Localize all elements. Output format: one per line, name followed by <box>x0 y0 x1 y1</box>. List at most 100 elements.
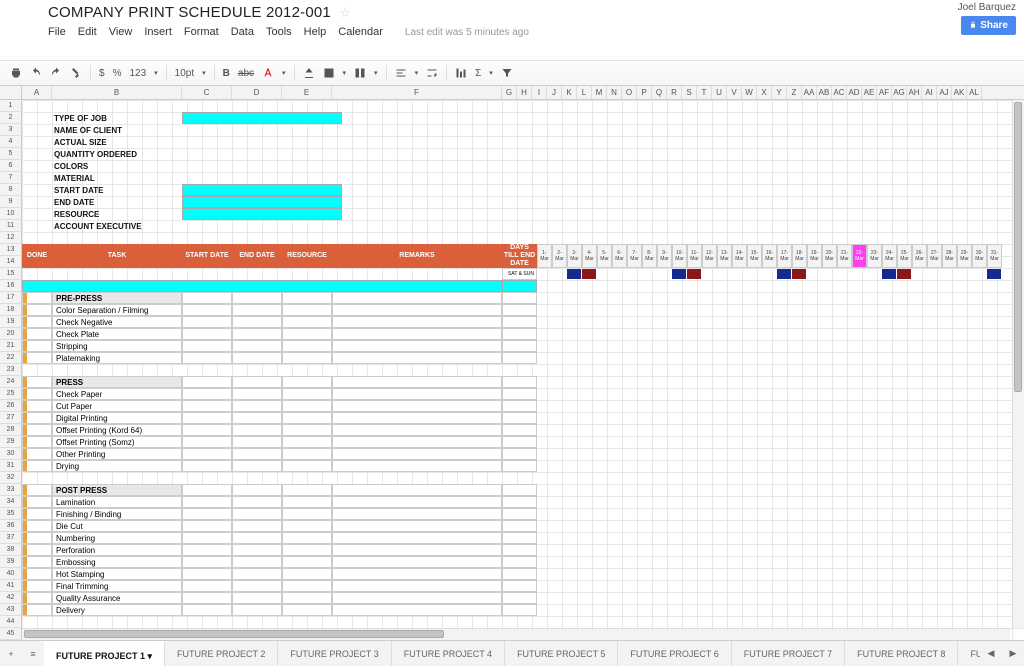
empty-cell[interactable] <box>332 604 502 616</box>
empty-cell[interactable] <box>502 532 537 544</box>
menu-tools[interactable]: Tools <box>266 26 292 38</box>
menu-file[interactable]: File <box>48 26 66 38</box>
empty-cell[interactable] <box>232 592 282 604</box>
functions-icon[interactable]: Σ <box>475 68 481 79</box>
empty-cell[interactable] <box>232 532 282 544</box>
sheet-tab[interactable]: FUTURE PROJECT 8 <box>845 641 958 666</box>
user-name[interactable]: Joel Barquez <box>958 2 1016 13</box>
empty-cell[interactable] <box>282 604 332 616</box>
empty-cell[interactable] <box>182 496 232 508</box>
sheet-tab[interactable]: FUTURE PROJECT 7 <box>732 641 845 666</box>
sheet-tab[interactable]: FUTURE PROJECT 6 <box>618 641 731 666</box>
empty-cell[interactable] <box>232 508 282 520</box>
empty-cell[interactable] <box>282 568 332 580</box>
menu-help[interactable]: Help <box>304 26 327 38</box>
task-cell[interactable]: Platemaking <box>52 352 182 364</box>
horizontal-scrollbar[interactable] <box>22 628 1010 640</box>
done-cell[interactable] <box>22 304 52 316</box>
menu-calendar[interactable]: Calendar <box>338 26 383 38</box>
format-percent[interactable]: % <box>113 68 122 79</box>
empty-cell[interactable] <box>182 316 232 328</box>
empty-cell[interactable] <box>182 412 232 424</box>
empty-cell[interactable] <box>232 448 282 460</box>
task-cell[interactable]: Perforation <box>52 544 182 556</box>
empty-cell[interactable] <box>502 424 537 436</box>
done-cell[interactable] <box>22 340 52 352</box>
done-cell[interactable] <box>22 544 52 556</box>
done-cell[interactable] <box>22 520 52 532</box>
empty-cell[interactable] <box>182 376 232 388</box>
info-value-cell[interactable] <box>182 208 342 220</box>
empty-cell[interactable] <box>182 448 232 460</box>
sheet-tab[interactable]: FUTURE PROJECT 4 <box>392 641 505 666</box>
empty-cell[interactable] <box>232 352 282 364</box>
empty-cell[interactable] <box>282 544 332 556</box>
filter-icon[interactable] <box>501 67 513 79</box>
empty-cell[interactable] <box>502 568 537 580</box>
info-value-cell[interactable] <box>182 196 342 208</box>
empty-cell[interactable] <box>232 292 282 304</box>
empty-cell[interactable] <box>502 496 537 508</box>
empty-cell[interactable] <box>502 448 537 460</box>
task-cell[interactable]: Digital Printing <box>52 412 182 424</box>
empty-cell[interactable] <box>332 568 502 580</box>
strike-button[interactable]: abc <box>238 68 254 79</box>
add-sheet-button[interactable]: + <box>0 649 22 659</box>
task-cell[interactable]: Lamination <box>52 496 182 508</box>
empty-cell[interactable] <box>282 304 332 316</box>
empty-cell[interactable] <box>502 340 537 352</box>
task-cell[interactable]: Check Plate <box>52 328 182 340</box>
task-cell[interactable]: Quality Assurance <box>52 592 182 604</box>
empty-cell[interactable] <box>232 580 282 592</box>
empty-cell[interactable] <box>282 508 332 520</box>
empty-cell[interactable] <box>232 556 282 568</box>
done-cell[interactable] <box>22 316 52 328</box>
empty-cell[interactable] <box>232 400 282 412</box>
empty-cell[interactable] <box>232 316 282 328</box>
wrap-button[interactable] <box>426 67 438 79</box>
empty-cell[interactable] <box>502 436 537 448</box>
done-cell[interactable] <box>22 604 52 616</box>
empty-cell[interactable] <box>332 424 502 436</box>
task-cell[interactable]: Die Cut <box>52 520 182 532</box>
font-size[interactable]: 10pt <box>175 68 194 79</box>
empty-cell[interactable] <box>182 580 232 592</box>
empty-cell[interactable] <box>182 592 232 604</box>
done-cell[interactable] <box>22 412 52 424</box>
done-cell[interactable] <box>22 568 52 580</box>
empty-cell[interactable] <box>182 484 232 496</box>
empty-cell[interactable] <box>182 604 232 616</box>
empty-cell[interactable] <box>182 388 232 400</box>
menu-data[interactable]: Data <box>231 26 254 38</box>
empty-cell[interactable] <box>332 508 502 520</box>
empty-cell[interactable] <box>502 412 537 424</box>
done-cell[interactable] <box>22 532 52 544</box>
star-icon[interactable]: ☆ <box>339 5 351 20</box>
empty-cell[interactable] <box>332 484 502 496</box>
align-button[interactable] <box>395 67 407 79</box>
task-cell[interactable]: Finishing / Binding <box>52 508 182 520</box>
done-cell[interactable] <box>22 424 52 436</box>
empty-cell[interactable] <box>332 556 502 568</box>
menu-edit[interactable]: Edit <box>78 26 97 38</box>
done-cell[interactable] <box>22 580 52 592</box>
empty-cell[interactable] <box>282 412 332 424</box>
done-cell[interactable] <box>22 436 52 448</box>
done-cell[interactable] <box>22 400 52 412</box>
empty-cell[interactable] <box>502 304 537 316</box>
empty-cell[interactable] <box>182 352 232 364</box>
empty-cell[interactable] <box>282 484 332 496</box>
done-cell[interactable] <box>22 592 52 604</box>
task-cell[interactable]: Other Printing <box>52 448 182 460</box>
empty-cell[interactable] <box>332 328 502 340</box>
done-cell[interactable] <box>22 328 52 340</box>
borders-button[interactable] <box>323 67 335 79</box>
empty-cell[interactable] <box>282 424 332 436</box>
share-button[interactable]: Share <box>961 16 1016 35</box>
task-cell[interactable]: Hot Stamping <box>52 568 182 580</box>
empty-cell[interactable] <box>282 460 332 472</box>
empty-cell[interactable] <box>502 388 537 400</box>
empty-cell[interactable] <box>332 532 502 544</box>
empty-cell[interactable] <box>282 580 332 592</box>
task-cell[interactable]: Delivery <box>52 604 182 616</box>
